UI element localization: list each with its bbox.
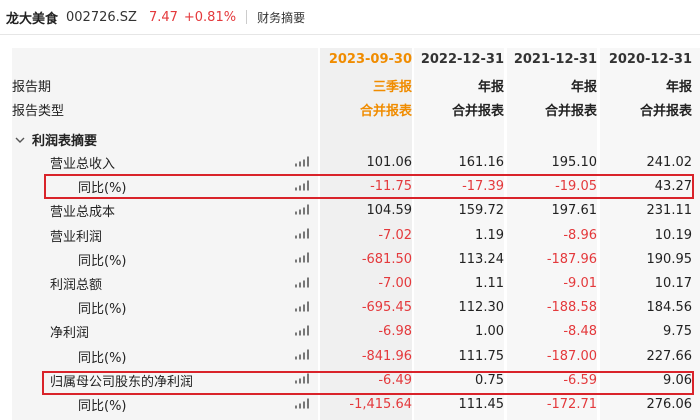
- row-value-1: -7.02: [378, 227, 412, 243]
- column-date-3[interactable]: 2021-12-31: [507, 48, 597, 71]
- row-value-3: -172.71: [546, 397, 597, 413]
- table-row: 营业利润 -7.02 1.19 -8.96 10.19: [0, 224, 700, 247]
- bar-chart-icon[interactable]: [295, 276, 309, 291]
- period-2: 年报: [477, 80, 504, 96]
- row-value-2: 1.19: [475, 227, 504, 243]
- row-value-1: -1,415.64: [349, 397, 412, 413]
- row-value-1: -681.50: [361, 251, 412, 267]
- row-value-4: 10.19: [654, 227, 692, 243]
- bar-chart-icon[interactable]: [295, 155, 309, 170]
- bar-chart-icon[interactable]: [295, 300, 309, 315]
- row-label: 净利润: [50, 326, 90, 342]
- table-row: 同比(%) -681.50 113.24 -187.96 190.95: [0, 248, 700, 271]
- table-row: 营业总成本 104.59 159.72 197.61 231.11: [0, 199, 700, 222]
- row-value-1: -7.00: [378, 276, 412, 292]
- row-value-1: -6.98: [378, 324, 412, 340]
- row-label: 利润总额: [50, 278, 103, 294]
- row-value-3: 197.61: [551, 203, 598, 219]
- row-value-2: 159.72: [458, 203, 505, 219]
- stock-code: 002726.SZ: [66, 9, 137, 25]
- bar-chart-icon[interactable]: [295, 252, 309, 267]
- period-3: 年报: [570, 80, 597, 96]
- row-value-1: -841.96: [361, 348, 412, 364]
- row-value-1: -695.45: [361, 300, 412, 316]
- row-label: 营业利润: [50, 229, 103, 245]
- section-toggle[interactable]: 利润表摘要: [14, 128, 97, 151]
- type-1: 合并报表: [359, 104, 412, 120]
- section-label: 利润表摘要: [32, 134, 98, 150]
- period-4: 年报: [665, 80, 692, 96]
- header-divider: [246, 10, 248, 24]
- row-value-3: -8.48: [563, 324, 597, 340]
- column-date-1[interactable]: 2023-09-30: [320, 48, 412, 71]
- bar-chart-icon[interactable]: [295, 324, 309, 339]
- row-value-3: -9.01: [563, 276, 597, 292]
- period-1: 三季报: [372, 80, 412, 96]
- type-4: 合并报表: [639, 104, 692, 120]
- table-row: 同比(%) -695.45 112.30 -188.58 184.56: [0, 296, 700, 319]
- row-value-2: 111.45: [458, 397, 505, 413]
- row-value-2: 113.24: [458, 251, 505, 267]
- row-label: 同比(%): [78, 399, 127, 415]
- bar-chart-icon[interactable]: [295, 228, 309, 243]
- table-row: 利润总额 -7.00 1.11 -9.01 10.17: [0, 272, 700, 295]
- stock-header: 龙大美食 002726.SZ 7.47 +0.81% 财务摘要: [0, 0, 700, 34]
- row-label: 同比(%): [78, 350, 127, 366]
- table-row: 同比(%) -1,415.64 111.45 -172.71 276.06: [0, 393, 700, 416]
- row-value-1: 104.59: [366, 203, 413, 219]
- row-value-4: 227.66: [646, 348, 693, 364]
- row-value-4: 231.11: [646, 203, 693, 219]
- header-divider-line: [0, 34, 700, 35]
- row-value-3: 195.10: [551, 155, 598, 171]
- column-date-4[interactable]: 2020-12-31: [600, 48, 692, 71]
- row-value-4: 190.95: [646, 251, 693, 267]
- bar-chart-icon[interactable]: [295, 203, 309, 218]
- financial-summary-table: 2023-09-30 2022-12-31 2021-12-31 2020-12…: [0, 48, 700, 420]
- row-value-4: 241.02: [646, 155, 693, 171]
- row-value-3: -8.96: [563, 227, 597, 243]
- table-row: 同比(%) -841.96 111.75 -187.00 227.66: [0, 345, 700, 368]
- row-value-2: 161.16: [458, 155, 505, 171]
- row-value-4: 276.06: [646, 397, 693, 413]
- row-value-2: 111.75: [458, 348, 505, 364]
- report-type-row: 报告类型 合并报表 合并报表 合并报表 合并报表: [0, 98, 700, 121]
- highlight-box-parent-net-profit: [42, 371, 694, 395]
- row-label: 同比(%): [78, 302, 127, 318]
- report-period-row: 报告期 三季报 年报 年报 年报: [0, 74, 700, 97]
- row-value-2: 1.11: [475, 276, 504, 292]
- type-2: 合并报表: [451, 104, 504, 120]
- row-value-4: 184.56: [646, 300, 693, 316]
- column-date-2[interactable]: 2022-12-31: [414, 48, 504, 71]
- row-value-4: 10.17: [654, 276, 692, 292]
- bar-chart-icon[interactable]: [295, 349, 309, 364]
- row-value-3: -187.00: [546, 348, 597, 364]
- type-3: 合并报表: [544, 104, 597, 120]
- bar-chart-icon[interactable]: [295, 397, 309, 412]
- table-row: 营业总收入 101.06 161.16 195.10 241.02: [0, 151, 700, 174]
- stock-price: 7.47: [148, 9, 178, 25]
- chevron-down-icon: [15, 137, 25, 143]
- stock-name[interactable]: 龙大美食: [6, 8, 58, 27]
- report-type-label: 报告类型: [12, 104, 65, 120]
- row-value-4: 9.75: [663, 324, 692, 340]
- row-label: 营业总成本: [50, 205, 116, 221]
- date-header-row: 2023-09-30 2022-12-31 2021-12-31 2020-12…: [0, 48, 700, 71]
- section-title[interactable]: 财务摘要: [257, 9, 305, 26]
- row-value-3: -188.58: [546, 300, 597, 316]
- table-row: 净利润 -6.98 1.00 -8.48 9.75: [0, 320, 700, 343]
- row-value-1: 101.06: [366, 155, 413, 171]
- row-label: 同比(%): [78, 253, 127, 269]
- row-value-2: 112.30: [458, 300, 505, 316]
- row-label: 营业总收入: [50, 157, 116, 173]
- income-statement-section[interactable]: 利润表摘要: [0, 128, 700, 151]
- highlight-box-revenue-yoy: [44, 174, 694, 199]
- stock-change: +0.81%: [183, 9, 237, 25]
- report-period-label: 报告期: [12, 80, 52, 96]
- row-value-3: -187.96: [546, 251, 597, 267]
- row-value-2: 1.00: [475, 324, 504, 340]
